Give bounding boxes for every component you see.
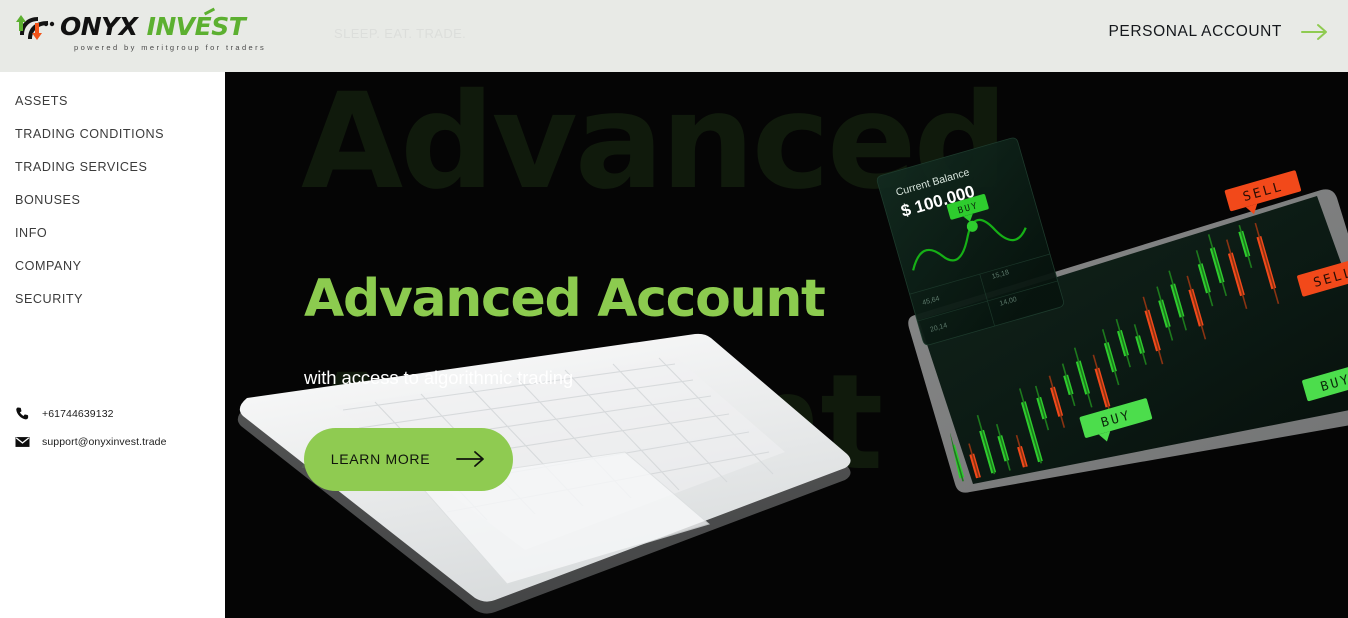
contact-phone[interactable]: +61744639132 <box>15 406 167 421</box>
envelope-icon <box>15 437 30 447</box>
arrow-right-icon <box>456 451 485 467</box>
brand-name-primary: ONYX <box>60 12 138 41</box>
brand-wordmark: ONYX INVEST <box>60 7 246 41</box>
learn-more-button[interactable]: LEARN MORE <box>304 427 513 491</box>
sidebar-item-bonuses[interactable]: BONUSES <box>0 183 225 216</box>
sidebar-item-company[interactable]: COMPANY <box>0 249 225 282</box>
sidebar-contacts: +61744639132 support@onyxinvest.trade <box>15 406 167 463</box>
sidebar-nav: ASSETS TRADING CONDITIONS TRADING SERVIC… <box>0 72 225 315</box>
site-header: ONYX INVEST powered by meritgroup for tr… <box>0 0 1348 72</box>
contact-email[interactable]: support@onyxinvest.trade <box>15 436 167 448</box>
personal-account-label: PERSONAL ACCOUNT <box>1108 23 1282 40</box>
page-title: Advanced Account <box>304 269 826 329</box>
brand-logo[interactable]: ONYX INVEST powered by meritgroup for tr… <box>14 7 264 59</box>
logo-mark-icon <box>16 15 55 40</box>
brand-name-secondary-text: INVEST <box>146 12 246 41</box>
arrow-right-icon <box>1301 24 1327 40</box>
hero-content: Advanced Account with access to algorith… <box>304 269 826 491</box>
learn-more-label: LEARN MORE <box>330 451 431 468</box>
personal-account-link[interactable]: PERSONAL ACCOUNT <box>1108 22 1330 42</box>
brand-subtitle: powered by meritgroup for traders <box>74 43 267 52</box>
contact-email-text: support@onyxinvest.trade <box>42 436 167 448</box>
sidebar-item-security[interactable]: SECURITY <box>0 282 225 315</box>
phone-icon <box>16 407 29 420</box>
sidebar-item-info[interactable]: INFO <box>0 216 225 249</box>
sidebar-item-trading-conditions[interactable]: TRADING CONDITIONS <box>0 117 225 150</box>
landing-page: ONYX INVEST powered by meritgroup for tr… <box>0 0 1348 618</box>
sidebar-item-trading-services[interactable]: TRADING SERVICES <box>0 150 225 183</box>
site-slogan: SLEEP. EAT. TRADE. <box>334 26 467 41</box>
hero-subtitle: with access to algorithmic trading <box>304 366 574 388</box>
brand-name-secondary: INVEST <box>146 7 246 41</box>
contact-phone-text: +61744639132 <box>42 407 114 420</box>
sidebar: ASSETS TRADING CONDITIONS TRADING SERVIC… <box>0 72 225 618</box>
hero-section: Advanced Account <box>225 72 1348 618</box>
sidebar-item-assets[interactable]: ASSETS <box>0 84 225 117</box>
